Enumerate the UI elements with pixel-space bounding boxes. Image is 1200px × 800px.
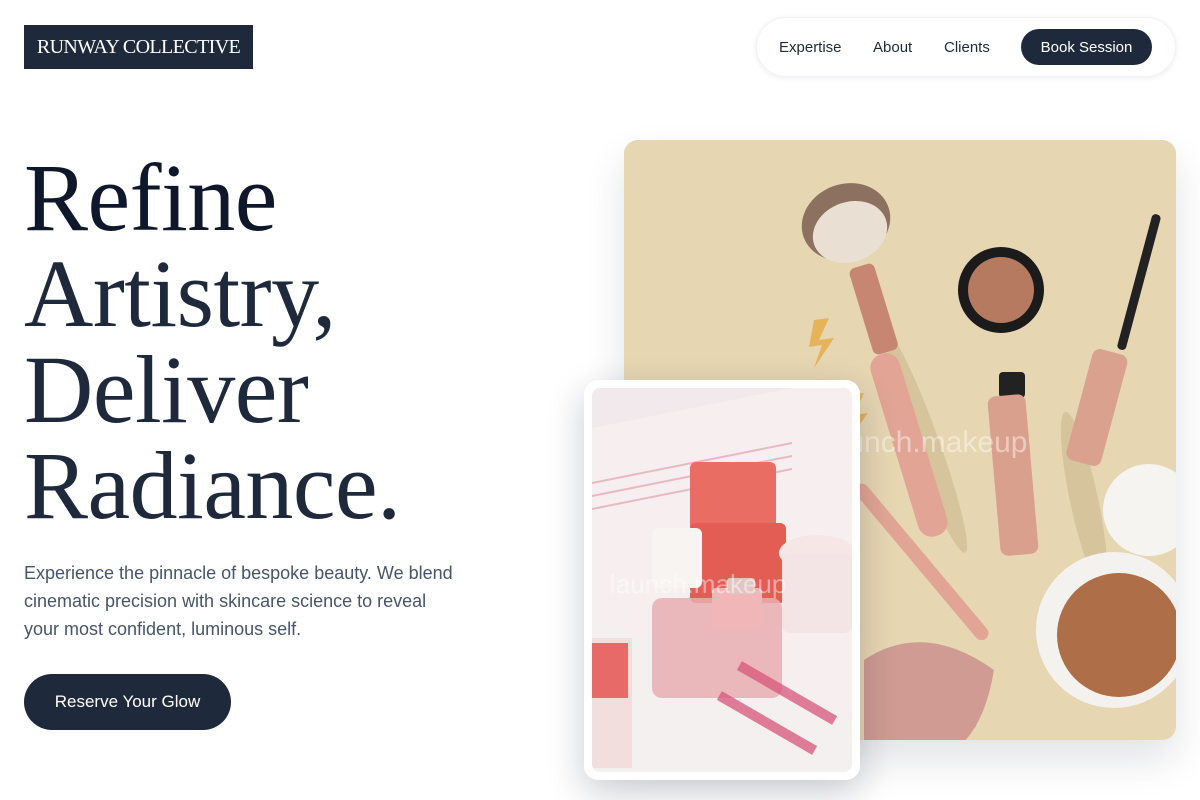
blush-pot <box>958 247 1044 333</box>
product-box-image: launch.makeup <box>592 388 852 772</box>
nav-link-about[interactable]: About <box>873 38 912 58</box>
nav-link-clients[interactable]: Clients <box>944 38 990 58</box>
book-session-button[interactable]: Book Session <box>1021 29 1152 65</box>
watermark-text: launch.makeup <box>610 569 786 599</box>
product-box-illustration: launch.makeup <box>592 388 852 772</box>
reserve-glow-button[interactable]: Reserve Your Glow <box>24 674 231 730</box>
hero-subtitle: Experience the pinnacle of bespoke beaut… <box>24 563 453 639</box>
hero-title-line: Refine <box>24 144 277 251</box>
brand-logo[interactable]: RUNWAY COLLECTIVE <box>24 25 253 69</box>
hero-title-line: Deliver <box>24 336 309 443</box>
main-nav: Expertise About Clients Book Session <box>756 17 1176 77</box>
hero-title-line: Radiance. <box>24 432 401 539</box>
nav-link-expertise[interactable]: Expertise <box>779 38 842 58</box>
product-box-card: launch.makeup <box>584 380 860 780</box>
hero-title: Refine Artistry, Deliver Radiance. <box>24 150 544 534</box>
hero-title-line: Artistry, <box>24 240 336 347</box>
